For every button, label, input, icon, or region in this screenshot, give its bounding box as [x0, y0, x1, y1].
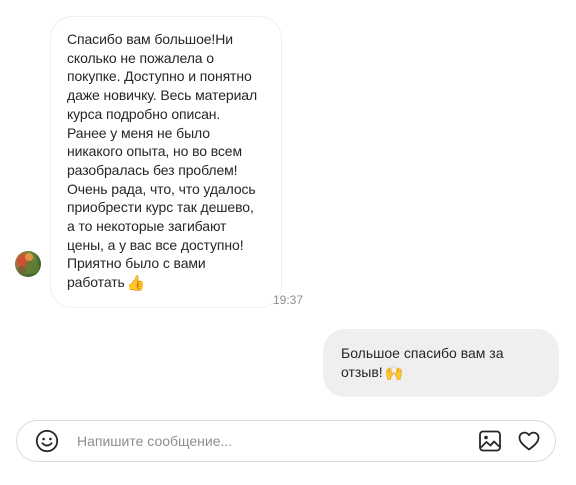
outgoing-message-text: Большое спасибо вам за отзыв! — [341, 345, 504, 380]
message-composer — [16, 420, 556, 462]
like-button[interactable] — [517, 429, 541, 453]
heart-icon — [518, 431, 540, 451]
thumbs-up-emoji: 👍 — [126, 275, 146, 293]
smiley-icon — [35, 429, 59, 453]
raised-hands-emoji: 🙌 — [384, 364, 404, 382]
outgoing-message[interactable]: Большое спасибо вам за отзыв! 🙌 — [323, 329, 559, 398]
attach-image-button[interactable] — [478, 429, 502, 453]
sender-avatar[interactable] — [15, 251, 41, 277]
emoji-picker-button[interactable] — [35, 429, 59, 453]
incoming-message-text: Спасибо вам большое!Ни сколько не пожале… — [67, 31, 258, 291]
message-timestamp: 19:37 — [272, 293, 304, 307]
avatar-image — [18, 253, 39, 274]
image-icon — [479, 430, 501, 452]
message-input[interactable] — [77, 431, 457, 451]
incoming-message[interactable]: Спасибо вам большое!Ни сколько не пожале… — [50, 16, 282, 308]
